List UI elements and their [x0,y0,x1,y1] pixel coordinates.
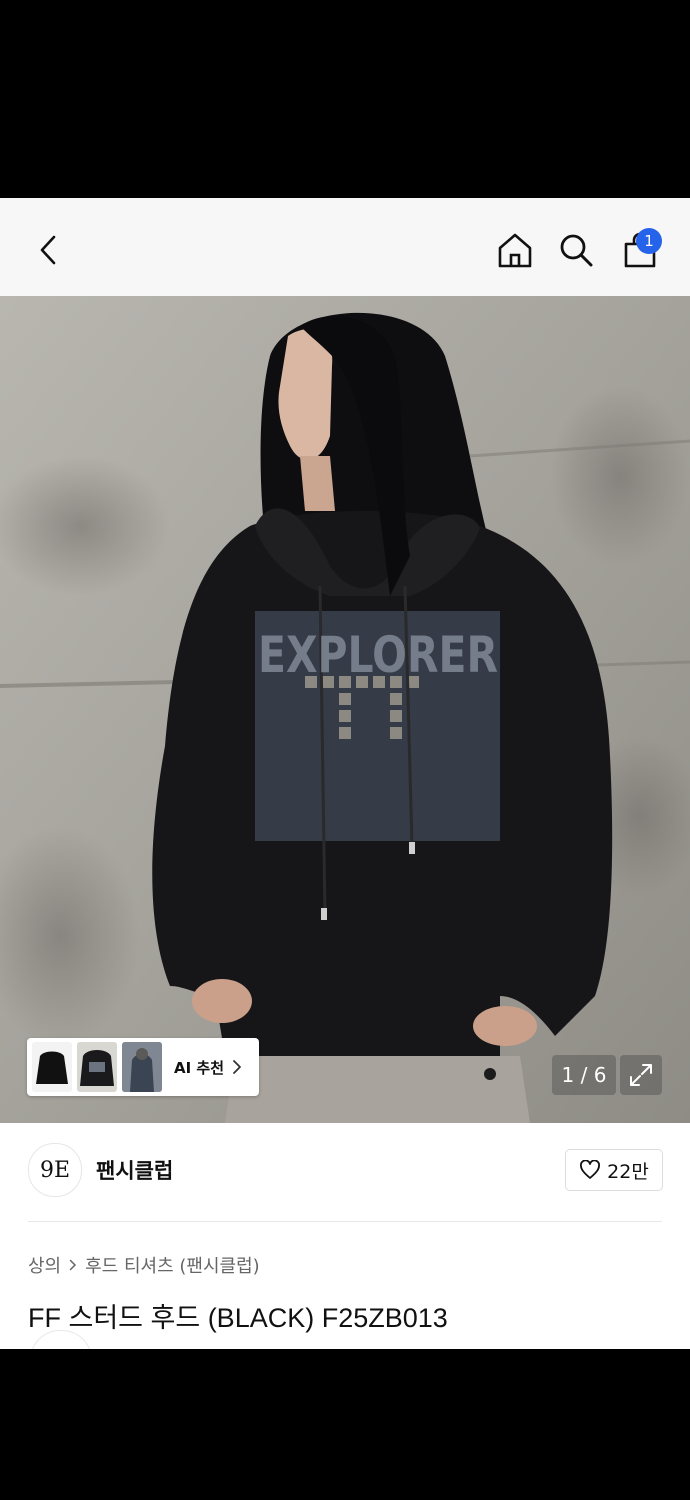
chevron-right-icon [233,1060,241,1074]
ai-recommendation-chip[interactable]: AI 추천 [27,1038,259,1096]
status-bar-area [0,0,690,198]
image-page-counter: 1 / 6 [552,1055,616,1095]
breadcrumb-category[interactable]: 상의 [28,1252,61,1278]
expand-icon [630,1064,652,1086]
like-count: 22만 [607,1160,649,1183]
hoodie-back-thumbnail-icon [80,1050,114,1086]
navigation-bar-area [0,1349,690,1500]
hoodie-print-text: EXPLORER [258,626,498,684]
home-button[interactable] [494,229,536,271]
home-icon [498,233,532,268]
expand-image-button[interactable] [620,1055,662,1095]
ai-recommendation-label: AI 추천 [174,1058,225,1077]
chevron-left-icon [40,235,56,265]
back-button[interactable] [28,228,68,272]
product-title: FF 스터드 후드 (BLACK) F25ZB013 [28,1303,448,1333]
chevron-right-icon [69,1259,77,1271]
brand-name[interactable]: 팬시클럽 [96,1155,173,1185]
brand-logo[interactable]: 9E [28,1143,82,1197]
recommendation-thumbnail-1 [32,1042,72,1092]
search-icon [560,234,593,267]
breadcrumb-separator [69,1259,77,1271]
model-thumbnail-icon [122,1042,162,1092]
breadcrumb: 상의 후드 티셔츠 (팬시클럽) [28,1252,260,1278]
recommendation-thumbnail-3 [122,1042,162,1092]
search-button[interactable] [556,230,596,270]
model-photo: EXPLORER [0,296,690,1123]
brand-row: 9E 팬시클럽 22만 [0,1123,690,1221]
top-navigation-bar: 1 [0,198,690,296]
breadcrumb-subcategory[interactable]: 후드 티셔츠 (팬시클럽) [85,1252,260,1278]
like-button[interactable]: 22만 [565,1149,663,1191]
heart-icon [580,1160,601,1179]
hoodie-thumbnail-icon [36,1051,68,1084]
section-divider [28,1221,662,1222]
product-detail-page: 1 EXPLORER AI 추천 1 / 6 9E 팬시클럽 22만 상의 후드… [0,198,690,1349]
product-main-image[interactable]: EXPLORER [0,296,690,1123]
cart-count-badge: 1 [636,228,662,254]
recommendation-thumbnail-2 [77,1042,117,1092]
